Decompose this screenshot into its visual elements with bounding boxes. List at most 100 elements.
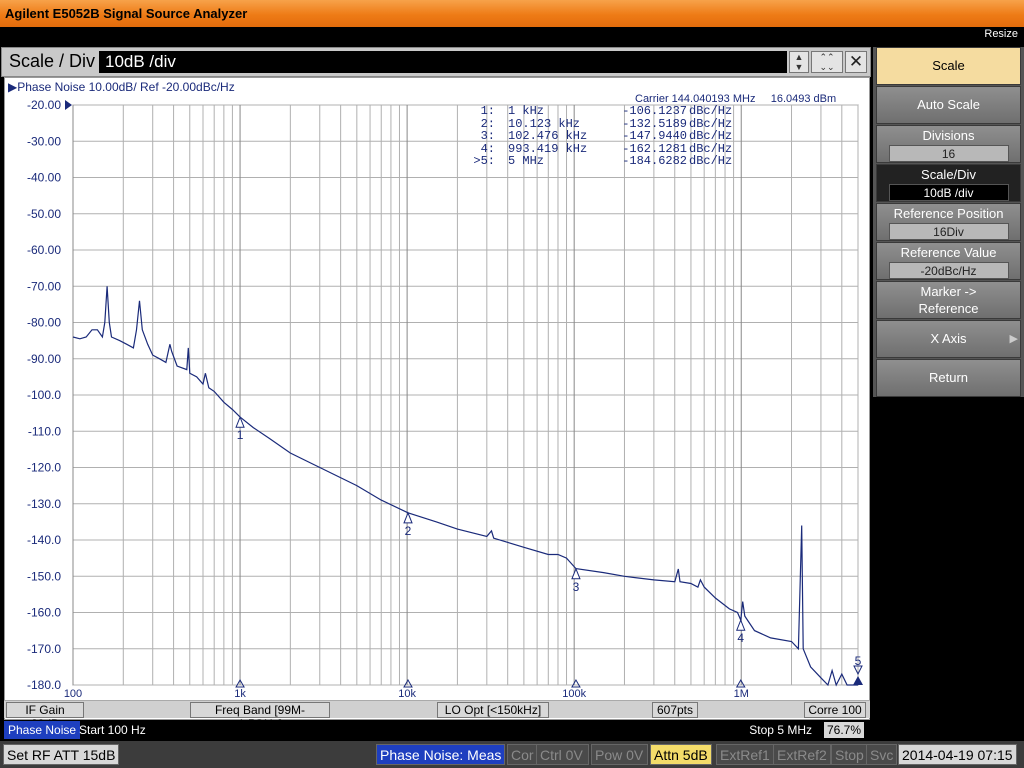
y-tick-label: -70.00 bbox=[27, 279, 61, 293]
sweep-progress: 76.7% bbox=[823, 722, 864, 738]
marker-unit: dBc/Hz bbox=[689, 129, 733, 143]
y-tick-label: -60.00 bbox=[27, 243, 61, 257]
marker-freq: 5 MHz bbox=[508, 154, 545, 168]
y-tick-label: -170.0 bbox=[27, 642, 61, 656]
marker-ref-line1: Marker -> bbox=[920, 284, 977, 299]
marker-unit: dBc/Hz bbox=[689, 154, 733, 168]
scale-div-button[interactable]: Scale/Div 10dB /div bbox=[876, 164, 1021, 202]
y-tick-label: -150.0 bbox=[27, 569, 61, 583]
attn-indicator: Attn 5dB bbox=[650, 744, 712, 765]
y-tick-label: -120.0 bbox=[27, 461, 61, 475]
auto-scale-button[interactable]: Auto Scale bbox=[876, 86, 1021, 124]
submenu-arrow-icon: ▶ bbox=[1009, 333, 1018, 345]
step-updown-icon[interactable]: ⌃⌃ ⌄⌄ bbox=[811, 51, 843, 73]
y-tick-label: -180.0 bbox=[27, 678, 61, 692]
meas-status: Phase Noise: Meas bbox=[376, 744, 506, 765]
y-tick-label: -40.00 bbox=[27, 171, 61, 185]
marker-label: 3 bbox=[573, 580, 580, 594]
extref2-indicator: ExtRef2 bbox=[773, 744, 831, 765]
range-bar: Phase Noise Start 100 Hz Stop 5 MHz 76.7… bbox=[4, 721, 870, 739]
window-title: Agilent E5052B Signal Source Analyzer bbox=[5, 6, 248, 21]
marker-ref-line2: Reference bbox=[918, 301, 979, 316]
entry-field[interactable]: 10dB /div bbox=[99, 51, 787, 73]
stop-frequency: Stop 5 MHz bbox=[749, 723, 812, 737]
bottom-status-bar: Set RF ATT 15dB Phase Noise: Meas Cor Ct… bbox=[0, 741, 1024, 768]
set-rf-att: Set RF ATT 15dB bbox=[3, 744, 120, 765]
marker-value: -184.6282 bbox=[622, 154, 687, 168]
reference-value-button[interactable]: Reference Value -20dBc/Hz bbox=[876, 242, 1021, 280]
y-tick-label: -100.0 bbox=[27, 388, 61, 402]
trace-title-text: Phase Noise 10.00dB/ Ref -20.00dBc/Hz bbox=[17, 80, 235, 94]
scale-menu-title[interactable]: Scale bbox=[876, 47, 1021, 85]
y-tick-label: -80.00 bbox=[27, 316, 61, 330]
x-axis-label: X Axis bbox=[930, 331, 967, 346]
carrier-power: 16.0493 dBm bbox=[770, 93, 837, 105]
marker-value: -106.1237 bbox=[622, 104, 687, 118]
phase-noise-plot[interactable]: -20.00 -30.00 -40.00 -50.00 -60.00 -70.00 -80.… bbox=[5, 78, 869, 700]
y-tick-label: -140.0 bbox=[27, 533, 61, 547]
extref1-indicator: ExtRef1 bbox=[716, 744, 774, 765]
entry-bar: Scale / Div 10dB /div ▲ ▼ ⌃⌃ ⌄⌄ ✕ bbox=[1, 47, 871, 77]
resize-button[interactable]: Resize bbox=[984, 28, 1018, 40]
divisions-label: Divisions bbox=[922, 128, 975, 143]
start-frequency: Start 100 Hz bbox=[79, 723, 146, 737]
trace-arrow-icon: ▶ bbox=[8, 80, 18, 94]
cor-indicator: Cor bbox=[507, 744, 538, 765]
return-button[interactable]: Return bbox=[876, 359, 1021, 397]
marker-id: 1: bbox=[480, 104, 495, 118]
marker-label: 5 bbox=[855, 654, 862, 668]
marker-label: 1 bbox=[237, 428, 244, 442]
x-tick-label: 10k bbox=[398, 688, 416, 700]
if-gain-status: IF Gain 20dB bbox=[6, 702, 84, 731]
freq-band-status: Freq Band [99M-1.5GHz] bbox=[190, 702, 330, 731]
marker-label: 2 bbox=[405, 524, 412, 538]
reference-position-label: Reference Position bbox=[893, 206, 1004, 221]
y-tick-label: -50.00 bbox=[27, 207, 61, 221]
marker-id: 3: bbox=[480, 129, 495, 143]
svc-indicator: Svc bbox=[866, 744, 898, 765]
lo-opt-status: LO Opt [<150kHz] bbox=[437, 702, 549, 718]
marker-to-reference-button[interactable]: Marker -> Reference bbox=[876, 281, 1021, 319]
title-bar: Agilent E5052B Signal Source Analyzer bbox=[0, 0, 1024, 27]
y-tick-label: -130.0 bbox=[27, 497, 61, 511]
scale-menu-label: Scale bbox=[932, 58, 965, 73]
marker-unit: dBc/Hz bbox=[689, 104, 733, 118]
close-entry-button[interactable]: ✕ bbox=[845, 51, 867, 73]
x-tick-label: 100k bbox=[562, 688, 586, 700]
divisions-button[interactable]: Divisions 16 bbox=[876, 125, 1021, 163]
y-tick-label: -160.0 bbox=[27, 606, 61, 620]
marker-freq: 102.476 kHz bbox=[508, 129, 588, 143]
marker-row: >5: 5 MHz -184.6282 dBc/Hz bbox=[465, 155, 745, 168]
x-axis-button[interactable]: X Axis ▶ bbox=[876, 320, 1021, 358]
corre-status: Corre 100 bbox=[804, 702, 866, 718]
y-tick-label: -20.00 bbox=[27, 98, 61, 112]
status-bar: IF Gain 20dB Freq Band [99M-1.5GHz] LO O… bbox=[4, 700, 870, 731]
trace-title: ▶Phase Noise 10.00dB/ Ref -20.00dBc/Hz bbox=[8, 80, 235, 94]
y-tick-label: -30.00 bbox=[27, 134, 61, 148]
chart-panel: -20.00 -30.00 -40.00 -50.00 -60.00 -70.00 -80.… bbox=[4, 77, 870, 720]
reference-position-value: 16Div bbox=[888, 223, 1009, 240]
scale-div-value: 10dB /div bbox=[888, 184, 1009, 201]
x-tick-label: 100 bbox=[64, 688, 82, 700]
datetime: 2014-04-19 07:15 bbox=[898, 744, 1017, 765]
marker-id: >5: bbox=[473, 154, 495, 168]
points-status: 607pts bbox=[652, 702, 698, 718]
divisions-value: 16 bbox=[888, 145, 1009, 162]
scale-div-label: Scale/Div bbox=[921, 167, 976, 182]
ctrl-indicator: Ctrl 0V bbox=[536, 744, 589, 765]
return-label: Return bbox=[928, 370, 969, 385]
marker-row: 1: 1 kHz -106.1237 dBc/Hz bbox=[465, 105, 745, 118]
auto-scale-label: Auto Scale bbox=[917, 97, 980, 112]
marker-row: 3: 102.476 kHz -147.9440 dBc/Hz bbox=[465, 130, 745, 143]
reference-position-button[interactable]: Reference Position 16Div bbox=[876, 203, 1021, 241]
measurement-tab[interactable]: Phase Noise bbox=[4, 721, 81, 739]
softkey-menu: Scale Auto Scale Divisions 16 Scale/Div … bbox=[873, 47, 1024, 397]
marker-label: 4 bbox=[737, 631, 744, 645]
entry-label: Scale / Div bbox=[9, 51, 96, 71]
reference-arrow-icon bbox=[65, 100, 72, 110]
marker-table: 1: 1 kHz -106.1237 dBc/Hz 2: 10.123 kHz -132.5… bbox=[465, 105, 745, 168]
analyzer-window: Agilent E5052B Signal Source Analyzer Re… bbox=[0, 0, 1024, 768]
step-up-icon[interactable]: ▲ ▼ bbox=[789, 51, 809, 73]
marker-value: -147.9440 bbox=[622, 129, 687, 143]
y-tick-label: -90.00 bbox=[27, 352, 61, 366]
